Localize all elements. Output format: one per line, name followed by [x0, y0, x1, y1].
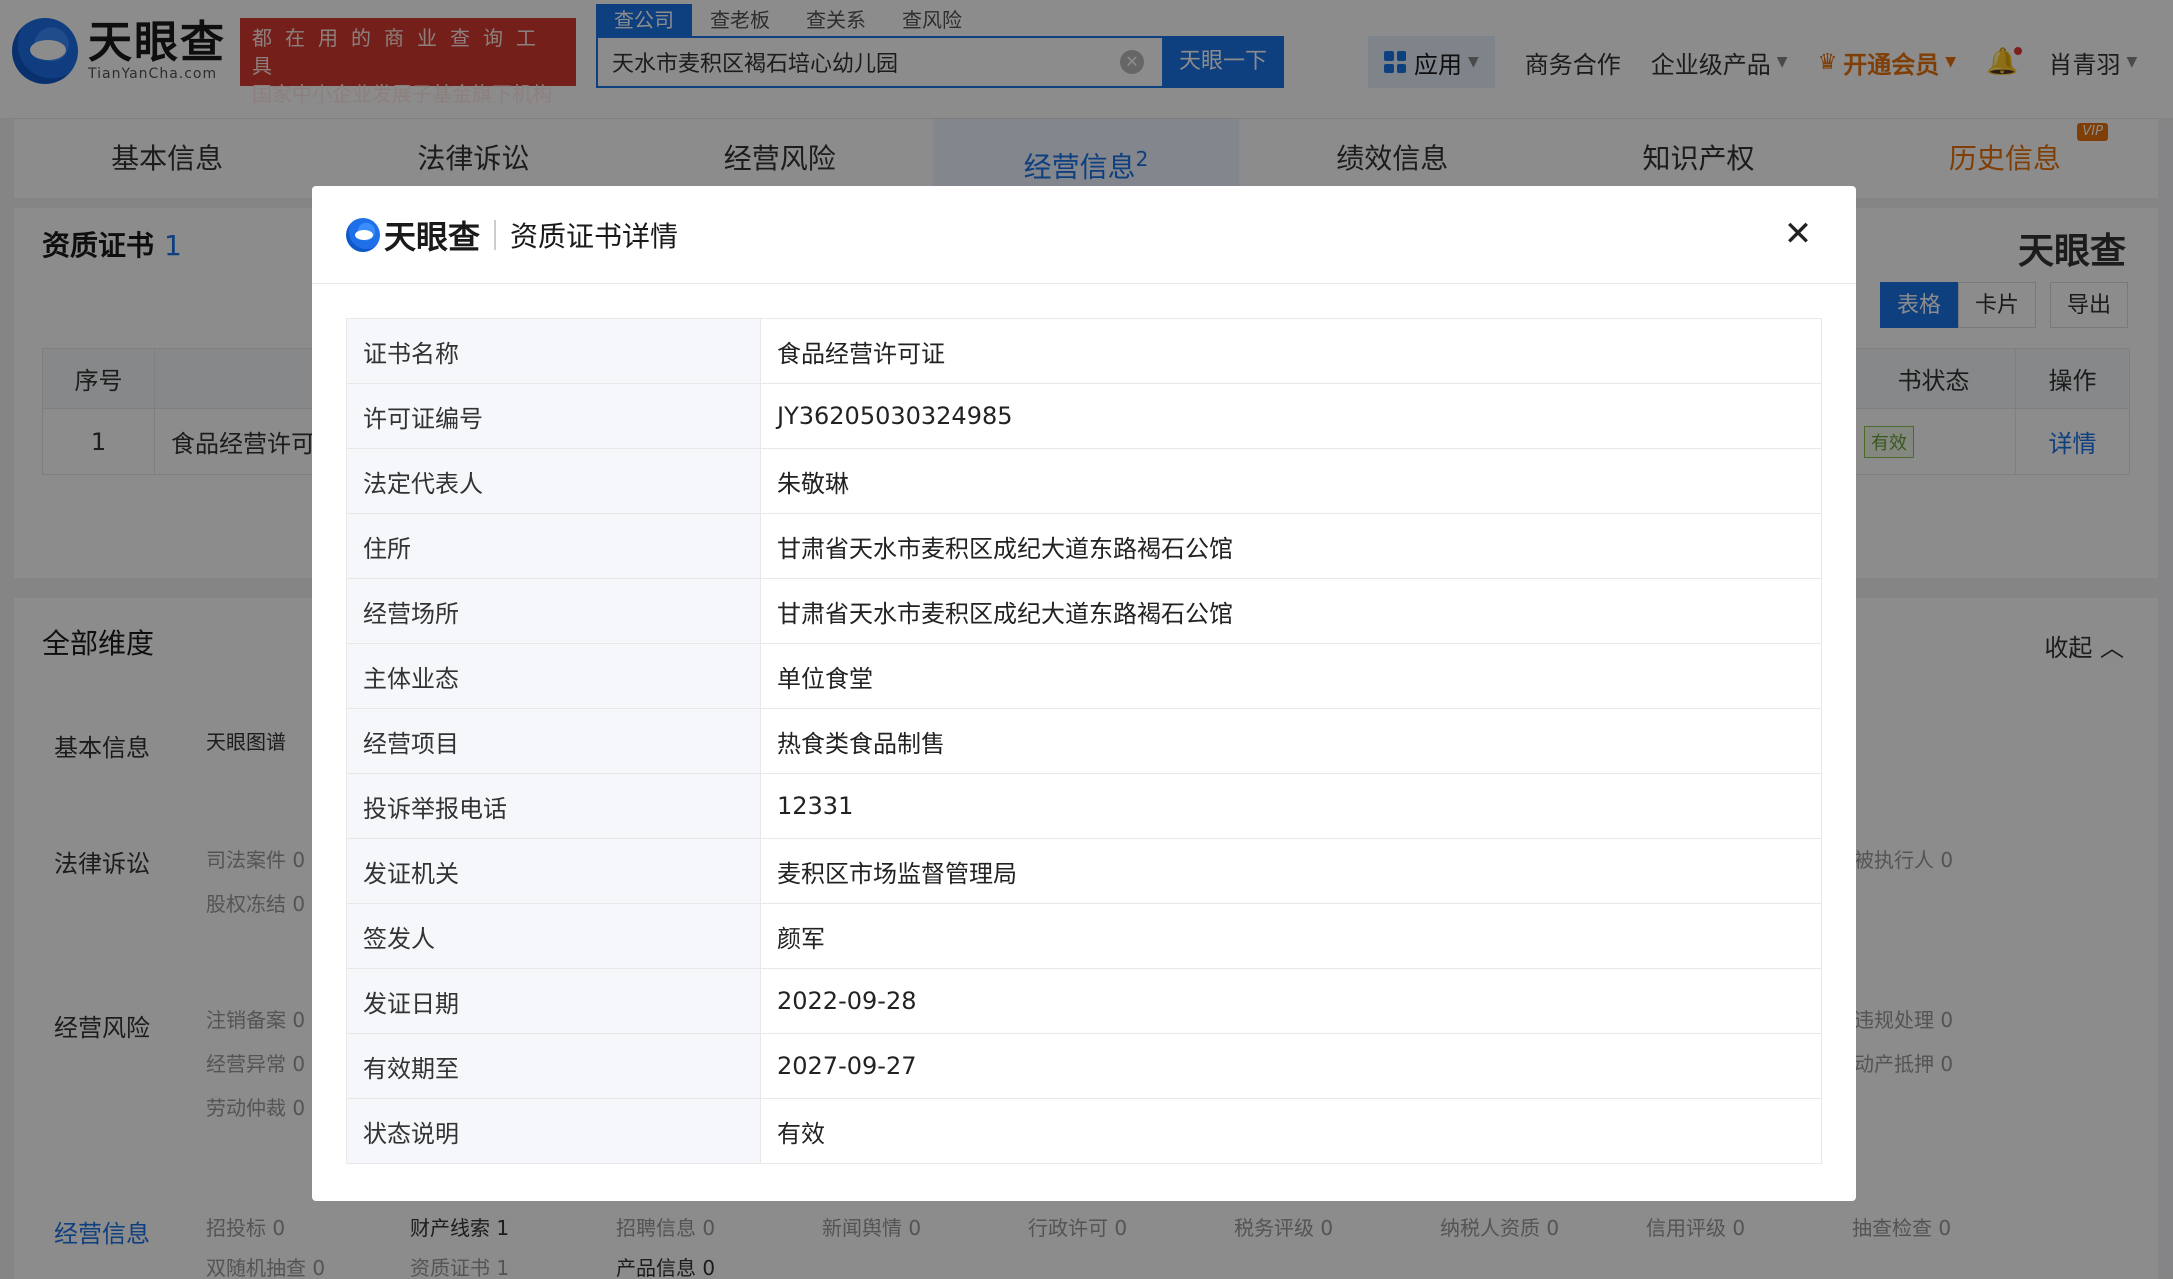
- detail-key: 许可证编号: [346, 383, 761, 449]
- detail-row: 法定代表人 朱敬琳: [346, 448, 1822, 514]
- detail-value: 麦积区市场监督管理局: [760, 838, 1822, 904]
- detail-row: 发证机关 麦积区市场监督管理局: [346, 838, 1822, 904]
- detail-value: 有效: [760, 1098, 1822, 1164]
- close-icon[interactable]: ✕: [1780, 216, 1816, 252]
- logo-eye-icon: [346, 217, 380, 252]
- certificate-detail-table: 证书名称 食品经营许可证 许可证编号 JY36205030324985 法定代表人 朱敬琳…: [346, 318, 1822, 1164]
- detail-row: 经营项目 热食类食品制售: [346, 708, 1822, 774]
- detail-row: 主体业态 单位食堂: [346, 643, 1822, 709]
- detail-key: 有效期至: [346, 1033, 761, 1099]
- detail-key: 主体业态: [346, 643, 761, 709]
- detail-row: 有效期至 2027-09-27: [346, 1033, 1822, 1099]
- detail-key: 证书名称: [346, 318, 761, 384]
- detail-value: 食品经营许可证: [760, 318, 1822, 384]
- detail-value: 2027-09-27: [760, 1033, 1822, 1099]
- detail-row: 签发人 颜军: [346, 903, 1822, 969]
- detail-key: 经营场所: [346, 578, 761, 644]
- divider: [494, 219, 497, 250]
- detail-value: JY36205030324985: [760, 383, 1822, 449]
- detail-row: 投诉举报电话 12331: [346, 773, 1822, 839]
- detail-key: 经营项目: [346, 708, 761, 774]
- detail-row: 状态说明 有效: [346, 1098, 1822, 1164]
- detail-row: 发证日期 2022-09-28: [346, 968, 1822, 1034]
- detail-key: 住所: [346, 513, 761, 579]
- detail-value: 甘肃省天水市麦积区成纪大道东路褐石公馆: [760, 578, 1822, 644]
- detail-value: 单位食堂: [760, 643, 1822, 709]
- detail-row: 住所 甘肃省天水市麦积区成纪大道东路褐石公馆: [346, 513, 1822, 579]
- detail-value: 12331: [760, 773, 1822, 839]
- detail-key: 法定代表人: [346, 448, 761, 514]
- detail-value: 颜军: [760, 903, 1822, 969]
- detail-value: 朱敬琳: [760, 448, 1822, 514]
- detail-key: 投诉举报电话: [346, 773, 761, 839]
- modal-header: 天眼查 资质证书详情 ✕: [312, 186, 1856, 284]
- detail-row: 许可证编号 JY36205030324985: [346, 383, 1822, 449]
- certificate-detail-modal: 天眼查 资质证书详情 ✕ 证书名称 食品经营许可证 许可证编号 JY362050303…: [312, 186, 1856, 1201]
- detail-key: 发证日期: [346, 968, 761, 1034]
- detail-row: 经营场所 甘肃省天水市麦积区成纪大道东路褐石公馆: [346, 578, 1822, 644]
- detail-key: 签发人: [346, 903, 761, 969]
- detail-key: 发证机关: [346, 838, 761, 904]
- detail-key: 状态说明: [346, 1098, 761, 1164]
- modal-logo: 天眼查: [346, 212, 480, 258]
- modal-title: 资质证书详情: [510, 219, 679, 253]
- detail-row: 证书名称 食品经营许可证: [346, 318, 1822, 384]
- detail-value: 甘肃省天水市麦积区成纪大道东路褐石公馆: [760, 513, 1822, 579]
- detail-value: 2022-09-28: [760, 968, 1822, 1034]
- detail-value: 热食类食品制售: [760, 708, 1822, 774]
